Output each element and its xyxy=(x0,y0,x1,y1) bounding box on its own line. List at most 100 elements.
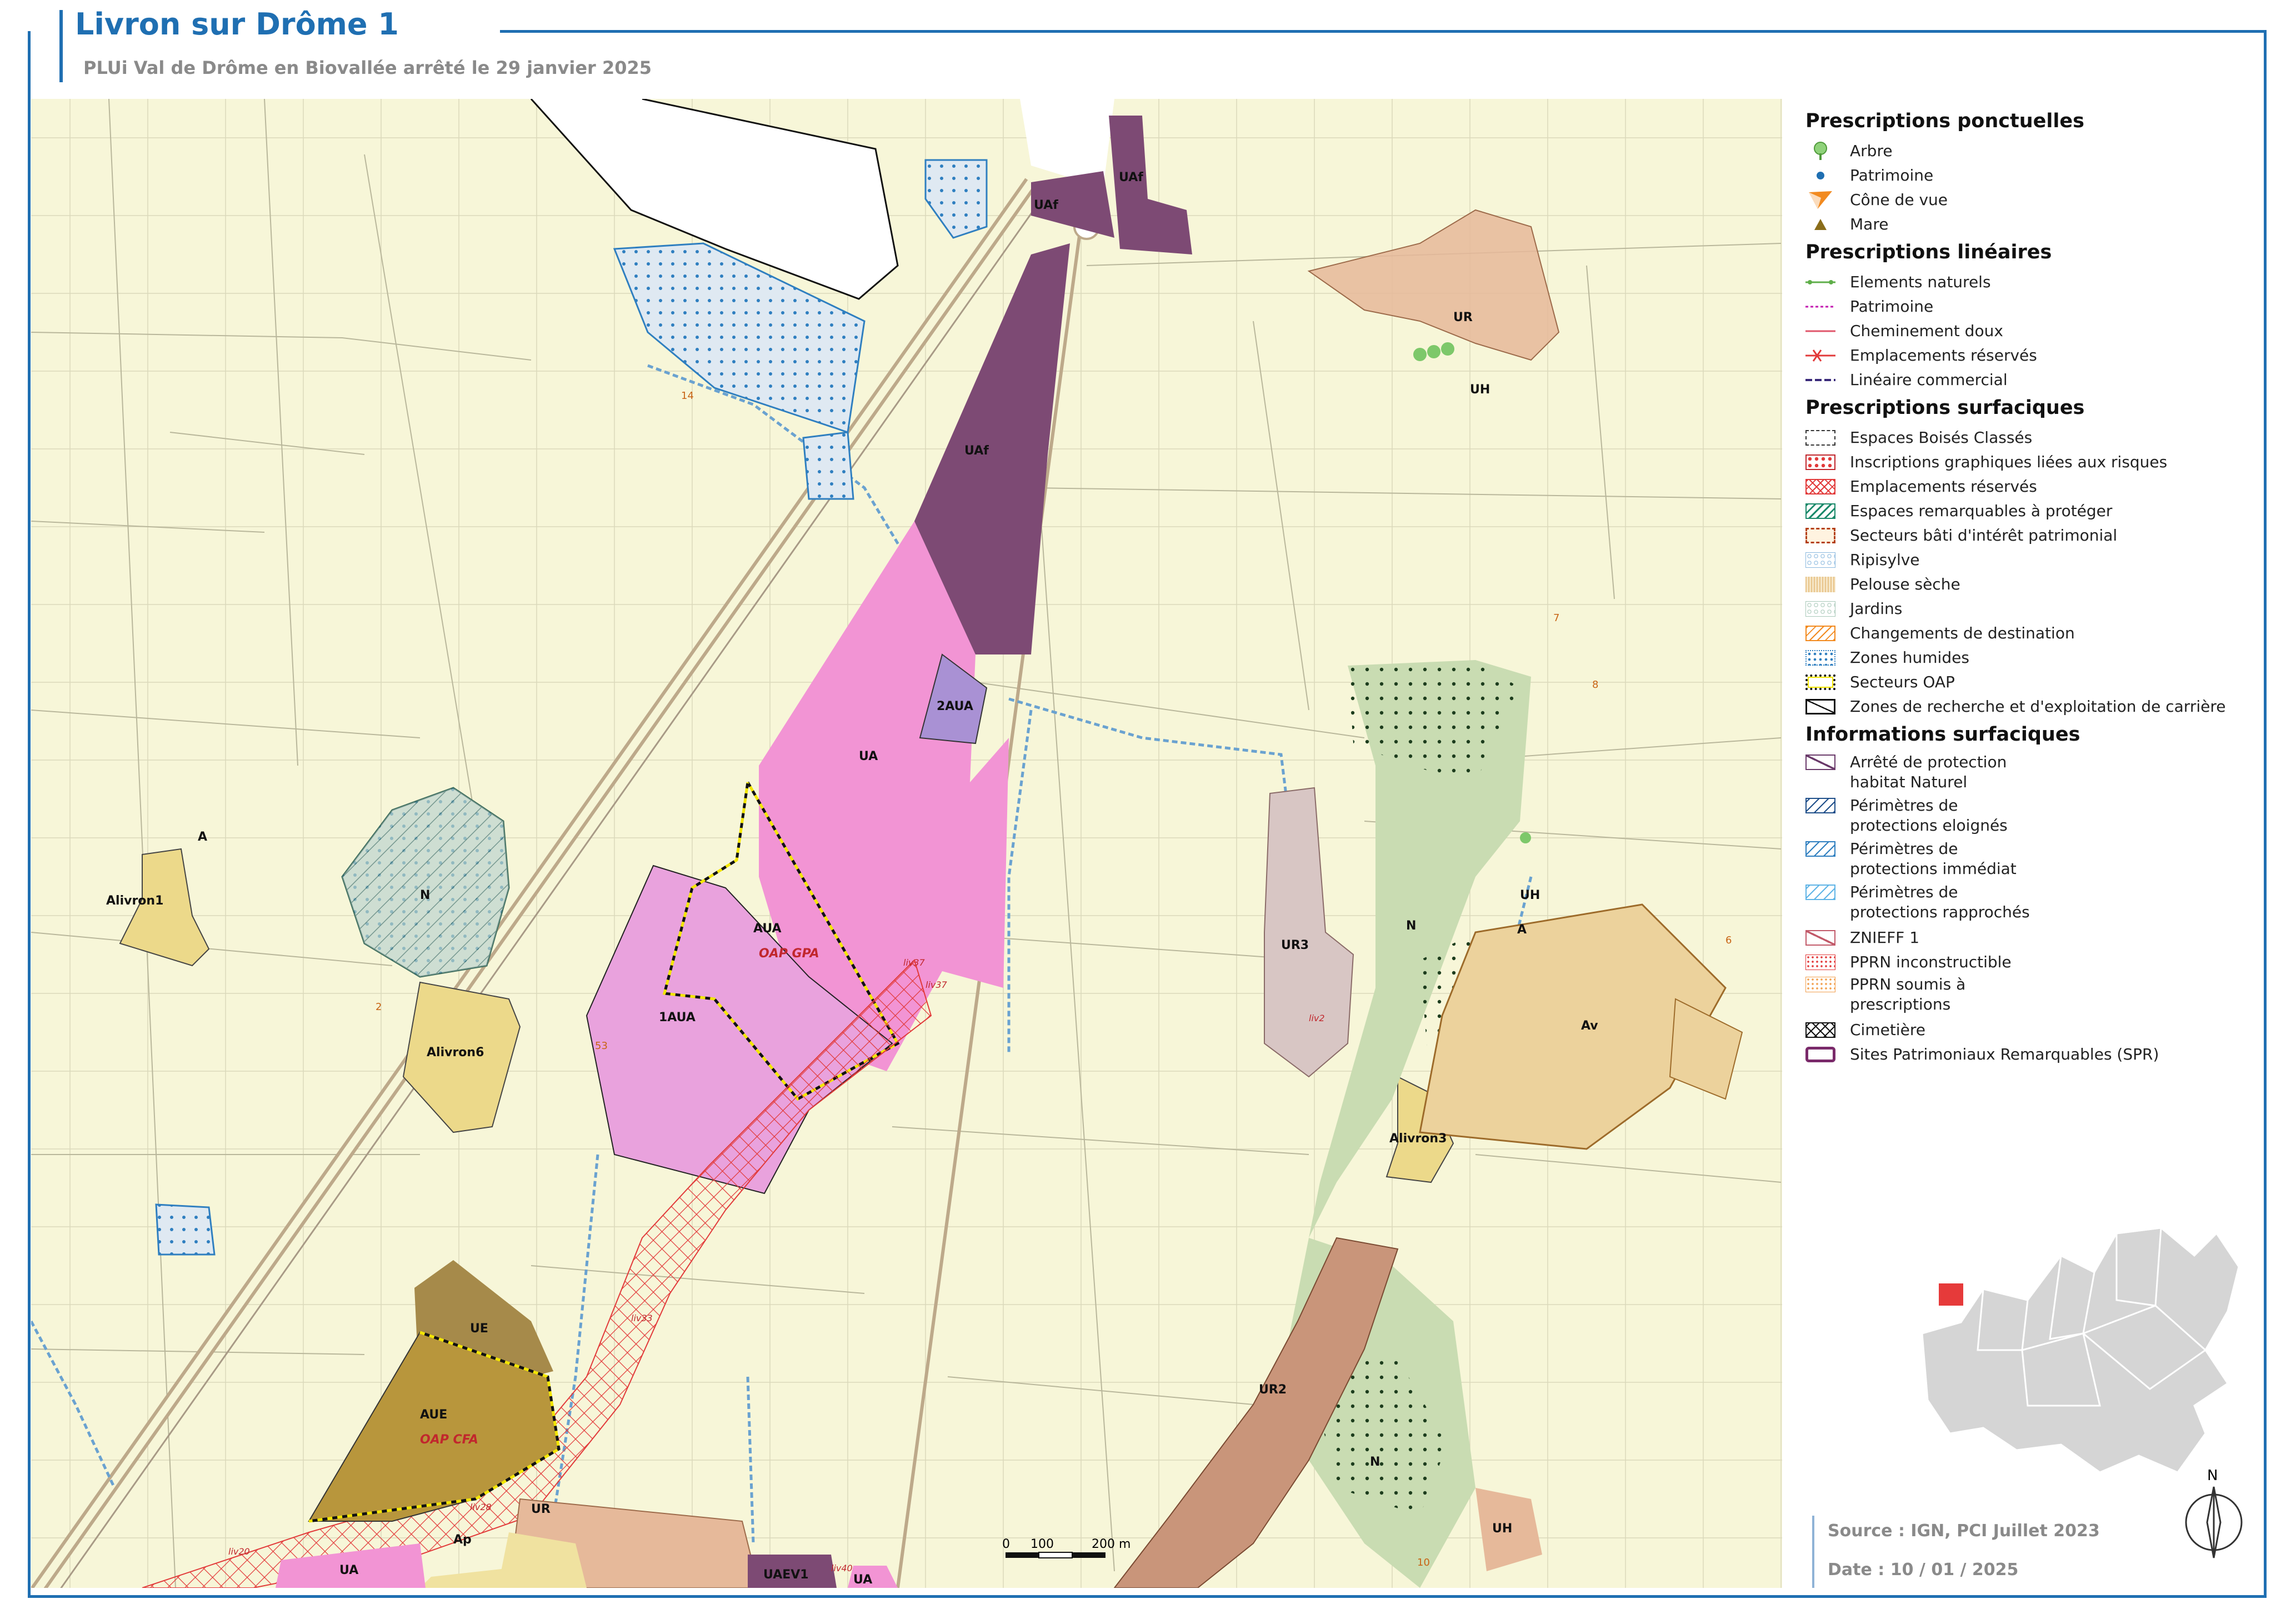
reserved-line-icon xyxy=(1805,348,1835,363)
legend-item: Inscriptions graphiques liées aux risque… xyxy=(1805,450,2261,474)
zone-label: OAP CFA xyxy=(420,1433,478,1447)
reserved-site-label: liv37 xyxy=(926,980,948,990)
reserved-site-label: liv37 xyxy=(903,957,926,968)
map-date: Date : 10 / 01 / 2025 xyxy=(1828,1560,2019,1580)
heritage-line-icon xyxy=(1805,299,1835,314)
north-arrow: N xyxy=(2185,1467,2243,1558)
zone-label: UH xyxy=(1492,1522,1512,1536)
reserved-site-label: liv28 xyxy=(470,1502,492,1512)
zone-label: UA xyxy=(339,1563,358,1577)
legend-item: Secteurs bâti d'intérêt patrimonial xyxy=(1805,523,2261,548)
legend-item: Cône de vue xyxy=(1805,188,2261,212)
zone-label: Alivron1 xyxy=(106,894,163,908)
legend-item: Cheminement doux xyxy=(1805,319,2261,343)
zone-label: Ap xyxy=(453,1533,472,1547)
close-protection-swatch xyxy=(1805,885,1835,900)
legend-item: Emplacements réservés xyxy=(1805,343,2261,368)
legend-item: Cimetière xyxy=(1805,1018,2261,1042)
scale-label-end: 200 m xyxy=(1092,1537,1131,1551)
wetland-swatch xyxy=(1805,650,1835,666)
map-number: 8 xyxy=(1592,679,1598,691)
oap-sector-swatch xyxy=(1805,674,1835,690)
legend-item: Jardins xyxy=(1805,597,2261,621)
zone-label: UH xyxy=(1470,383,1490,397)
current-sheet-marker xyxy=(1939,1283,1963,1306)
legend-item: Ripisylve xyxy=(1805,548,2261,572)
map-number: 2 xyxy=(376,1001,382,1013)
natural-habitat-swatch xyxy=(1805,754,1835,770)
quarry-swatch xyxy=(1805,699,1835,714)
legend-item: ZNIEFF 1 xyxy=(1805,926,2261,950)
zone-label: A xyxy=(198,830,207,844)
reserved-site-label: liv40 xyxy=(831,1563,853,1573)
natural-line-icon xyxy=(1805,274,1835,290)
cemetery-swatch xyxy=(1805,1022,1835,1038)
spr-swatch xyxy=(1805,1047,1835,1062)
legend-item: Mare xyxy=(1805,212,2261,237)
tree-icon xyxy=(1805,142,1835,160)
zone-label: UR xyxy=(531,1502,551,1516)
legend-item: PPRN soumis à prescriptions xyxy=(1805,975,2261,1015)
map-number: 6 xyxy=(1725,935,1732,946)
dry-lawn-swatch xyxy=(1805,577,1835,592)
riparian-swatch xyxy=(1805,552,1835,568)
legend-section-title: Prescriptions linéaires xyxy=(1805,241,2052,263)
zone-label: 2AUA xyxy=(937,699,973,713)
map-number: 14 xyxy=(681,390,694,402)
map-number: 53 xyxy=(595,1040,608,1052)
zone-label: UR3 xyxy=(1281,938,1309,952)
legend-item: Périmètres de protections rapprochés xyxy=(1805,882,2261,922)
commercial-line-icon xyxy=(1805,372,1835,388)
legend-item: Patrimoine xyxy=(1805,294,2261,319)
scale-label-mid: 100 xyxy=(1031,1537,1054,1551)
zone-label: UH xyxy=(1520,888,1540,902)
legend-item: Arrêté de protection habitat Naturel xyxy=(1805,752,2261,792)
reserved-site-label: liv2 xyxy=(1309,1013,1325,1023)
reserved-site-label: liv20 xyxy=(228,1546,250,1557)
zone-label: UR2 xyxy=(1259,1383,1287,1397)
zone-label: OAP GPA xyxy=(759,947,819,961)
classified-woods-swatch xyxy=(1805,430,1835,446)
legend-section-title: Prescriptions ponctuelles xyxy=(1805,110,2084,132)
pond-triangle-icon xyxy=(1805,217,1835,232)
zone-label: AUA xyxy=(753,922,782,936)
legend-item: Zones humides xyxy=(1805,646,2261,670)
legend-item: Espaces Boisés Classés xyxy=(1805,426,2261,450)
legend-item: Emplacements réservés xyxy=(1805,474,2261,499)
remarkable-space-swatch xyxy=(1805,503,1835,519)
legend-item: Zones de recherche et d'exploitation de … xyxy=(1805,694,2261,719)
pprn-red-swatch xyxy=(1805,955,1835,970)
zone-label: UA xyxy=(853,1573,872,1587)
zone-label: 1AUA xyxy=(659,1011,696,1025)
zone-label: Alivron3 xyxy=(1389,1132,1447,1146)
immediate-protection-swatch xyxy=(1805,841,1835,857)
zone-label: N xyxy=(420,888,430,902)
zoning-map[interactable]: UAf UAf UAf UR UH UA 2AUA AUA 1AUA OAP G… xyxy=(31,99,1782,1588)
zone-label: UE xyxy=(470,1322,488,1336)
legend-item: Espaces remarquables à protéger xyxy=(1805,499,2261,523)
heritage-built-swatch xyxy=(1805,528,1835,543)
zone-label: UAEV1 xyxy=(763,1568,809,1582)
zone-label: AUE xyxy=(420,1408,447,1422)
znieff-swatch xyxy=(1805,930,1835,946)
scale-bar: 0 100 200 m xyxy=(1002,1537,1131,1558)
scale-label-zero: 0 xyxy=(1002,1537,1010,1551)
legend-item: Périmètres de protections eloignés xyxy=(1805,796,2261,836)
pprn-orange-swatch xyxy=(1805,977,1835,992)
legend-item: Patrimoine xyxy=(1805,163,2261,188)
zone-label: N xyxy=(1370,1455,1380,1469)
gardens-swatch xyxy=(1805,601,1835,617)
zone-label: UAf xyxy=(964,444,989,458)
legend-item: Changements de destination xyxy=(1805,621,2261,646)
zone-label: UA xyxy=(859,749,878,763)
legend-item: Linéaire commercial xyxy=(1805,368,2261,392)
footer-rule xyxy=(1812,1516,1814,1588)
zone-label: A xyxy=(1517,923,1527,937)
change-destination-swatch xyxy=(1805,626,1835,641)
legend-item: Arbre xyxy=(1805,139,2261,163)
source-credit: Source : IGN, PCI Juillet 2023 xyxy=(1828,1521,2100,1541)
map-number: 7 xyxy=(1553,612,1559,624)
zone-label: Av xyxy=(1581,1019,1598,1033)
legend-item: Sites Patrimoniaux Remarquables (SPR) xyxy=(1805,1042,2261,1067)
zone-label: N xyxy=(1406,919,1416,933)
